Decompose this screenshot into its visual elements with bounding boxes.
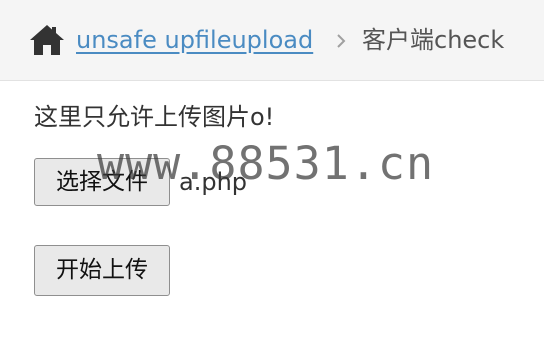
breadcrumb-link-upfileupload[interactable]: unsafe upfileupload bbox=[76, 24, 313, 56]
upload-hint: 这里只允许上传图片o! bbox=[34, 103, 275, 131]
breadcrumb-current: 客户端check bbox=[362, 26, 505, 54]
breadcrumb: unsafe upfileupload 客户端check bbox=[0, 0, 544, 81]
selected-file-name: a.php bbox=[179, 168, 248, 196]
choose-file-button[interactable]: 选择文件 bbox=[34, 158, 170, 206]
chevron-right-icon bbox=[334, 31, 348, 51]
home-icon[interactable] bbox=[29, 24, 65, 56]
upload-button[interactable]: 开始上传 bbox=[34, 245, 170, 296]
